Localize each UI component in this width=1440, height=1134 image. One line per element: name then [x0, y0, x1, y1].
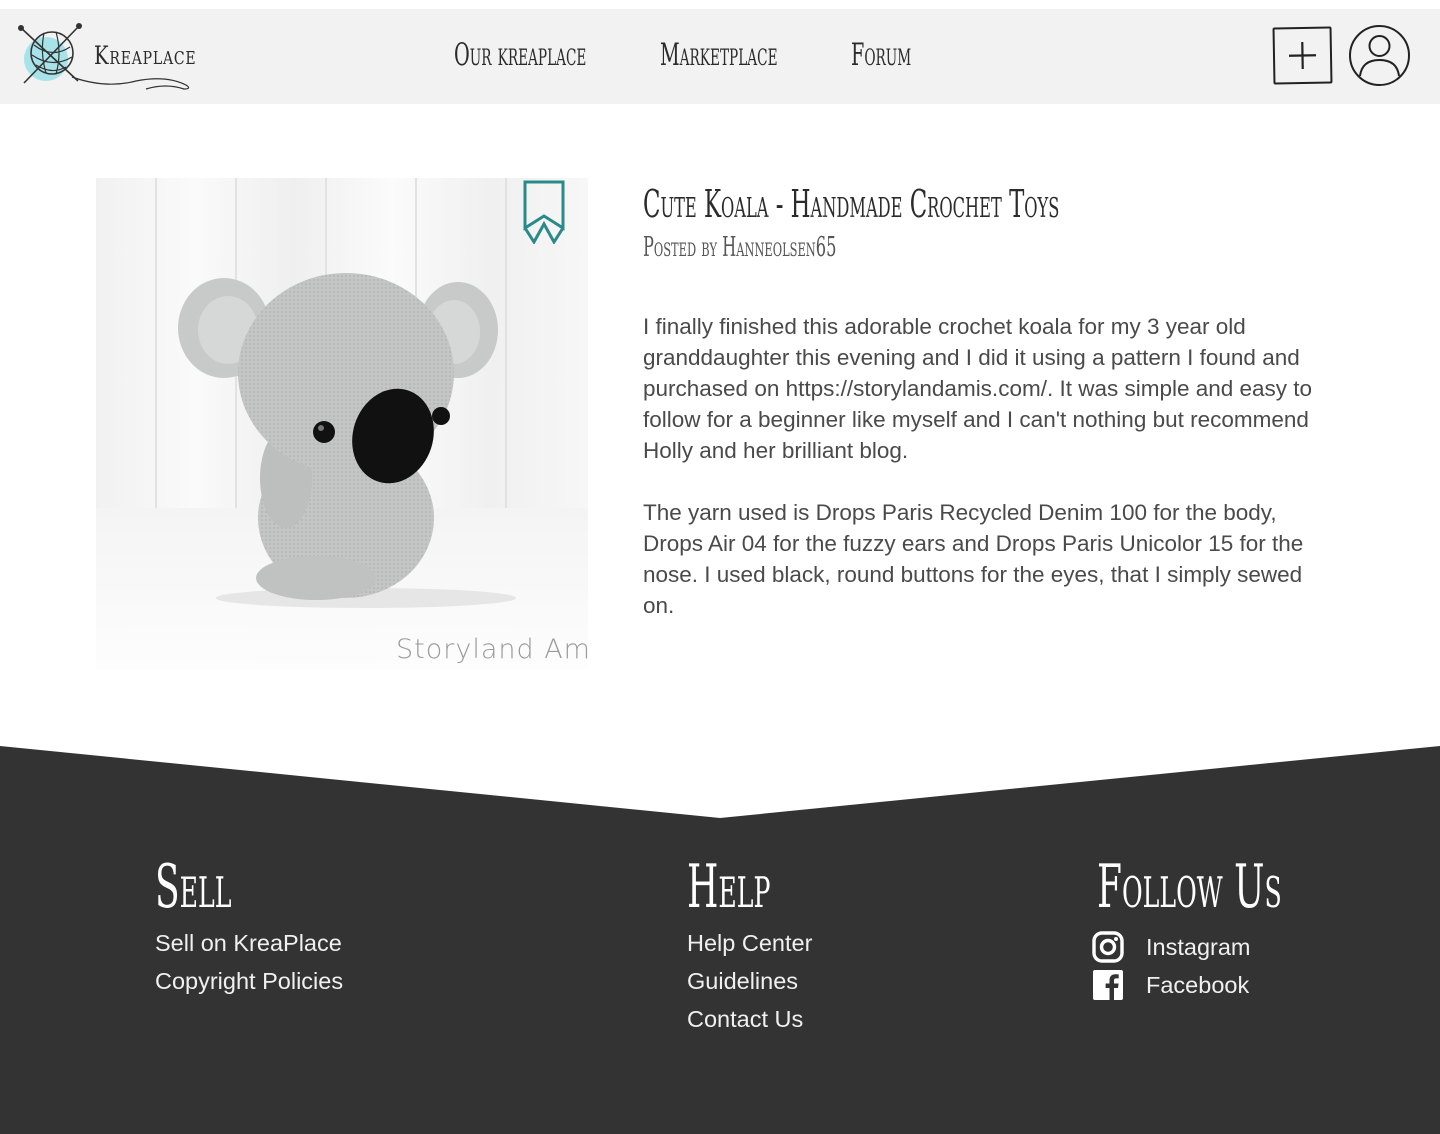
kreaplace-logo[interactable]: Kreaplace	[16, 19, 197, 90]
copyright-policies-link[interactable]: Copyright Policies	[155, 962, 343, 1000]
footer-follow-column: Follow Us Instagram Facebook	[1092, 850, 1405, 1004]
instagram-link[interactable]: Instagram	[1092, 928, 1405, 966]
user-profile-button[interactable]	[1348, 24, 1411, 87]
post-author[interactable]: Posted by Hanneolsen65	[643, 232, 836, 263]
nav-marketplace[interactable]: Marketplace	[660, 37, 778, 73]
post-description: I finally finished this adorable crochet…	[643, 311, 1333, 652]
contact-us-link[interactable]: Contact Us	[687, 1000, 826, 1038]
sell-on-kreaplace-link[interactable]: Sell on KreaPlace	[155, 924, 343, 962]
guidelines-link[interactable]: Guidelines	[687, 962, 826, 1000]
instagram-label: Instagram	[1146, 934, 1251, 960]
facebook-label: Facebook	[1146, 972, 1250, 998]
facebook-link[interactable]: Facebook	[1092, 966, 1405, 1004]
footer-help-column: Help Help Center Guidelines Contact Us	[687, 850, 826, 1038]
nav-our-kreaplace[interactable]: Our kreaplace	[454, 37, 586, 73]
add-post-button[interactable]	[1272, 26, 1333, 85]
user-icon	[1349, 25, 1410, 86]
footer-help-heading: Help	[687, 852, 771, 922]
post-image: Storyland Amis	[96, 178, 588, 669]
bookmark-icon[interactable]	[523, 180, 565, 244]
instagram-icon	[1092, 931, 1124, 963]
plus-icon	[1288, 41, 1317, 70]
image-watermark: Storyland Amis	[396, 634, 588, 665]
facebook-icon	[1093, 970, 1123, 1000]
koala-toy-illustration	[155, 178, 516, 608]
post-paragraph: The yarn used is Drops Paris Recycled De…	[643, 500, 1304, 618]
post-title: Cute Koala - Handmade Crochet Toys	[643, 182, 1060, 226]
footer-sell-heading: Sell	[155, 852, 232, 922]
footer-follow-heading: Follow Us	[1097, 852, 1282, 922]
post-paragraph: I finally finished this adorable crochet…	[643, 314, 1313, 463]
logo-wordmark: Kreaplace	[94, 41, 197, 70]
site-header: Kreaplace Our kreaplace Marketplace Foru…	[0, 9, 1440, 104]
footer-sell-column: Sell Sell on KreaPlace Copyright Policie…	[155, 850, 343, 1000]
help-center-link[interactable]: Help Center	[687, 924, 826, 962]
nav-forum[interactable]: Forum	[851, 37, 911, 73]
